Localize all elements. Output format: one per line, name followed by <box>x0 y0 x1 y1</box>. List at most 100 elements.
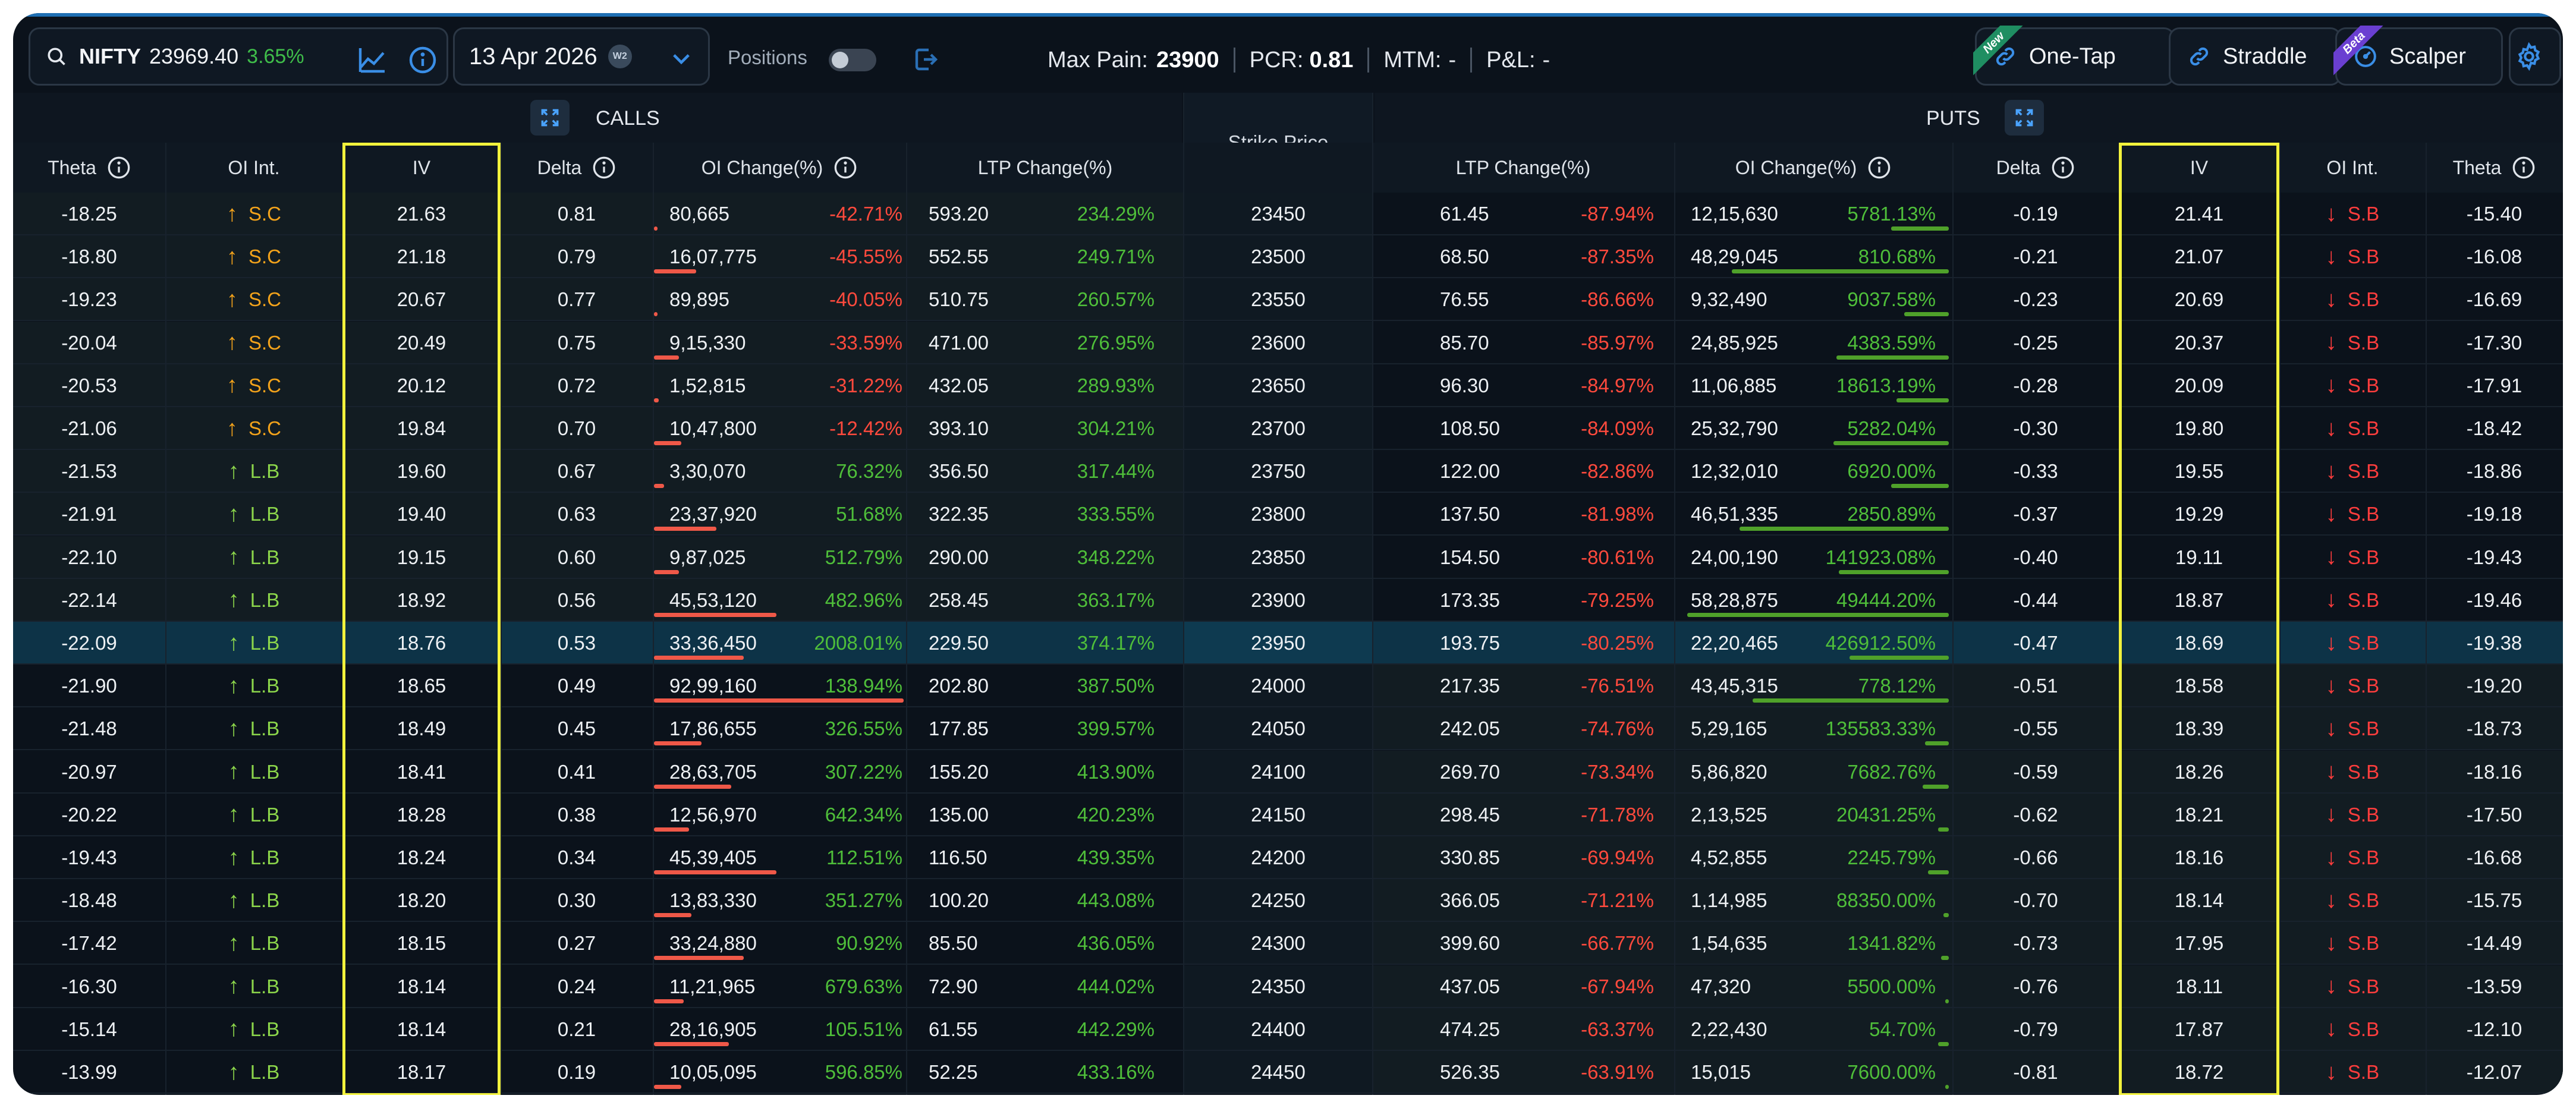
call-iv: 18.14 <box>397 975 446 997</box>
calls-expand-button[interactable] <box>530 100 570 136</box>
arrow-down-icon: ↓ <box>2325 1016 2337 1042</box>
table-row[interactable]: -22.14 ↑ L.B 18.92 0.56 45,53,120 482.96% 258.4… <box>13 578 2563 622</box>
col-put-theta[interactable]: Theta <box>2426 143 2563 193</box>
call-delta: 0.56 <box>557 588 596 611</box>
call-delta: 0.70 <box>557 417 596 439</box>
oi-int-label: L.B <box>250 675 280 697</box>
call-oi-interpretation: ↑ S.C <box>165 407 342 450</box>
expiry-selector[interactable]: 13 Apr 2026 W2 <box>453 27 710 86</box>
straddle-button[interactable]: Straddle <box>2169 27 2341 86</box>
column-headers: Theta OI Int. IV Delta OI Change(%) LTP … <box>13 143 2563 193</box>
arrow-down-icon: ↓ <box>2325 416 2337 441</box>
put-theta: -19.18 <box>2466 503 2522 525</box>
table-row[interactable]: -19.43 ↑ L.B 18.24 0.34 45,39,405 112.51% 116.5… <box>13 836 2563 879</box>
one-tap-button[interactable]: New One-Tap <box>1973 26 2175 86</box>
put-oi-change: 1341.82% <box>1847 932 1936 955</box>
table-row[interactable]: -15.14 ↑ L.B 18.14 0.21 28,16,905 105.51% 61.55… <box>13 1008 2563 1051</box>
oi-int-label: S.B <box>2347 460 2380 483</box>
table-row[interactable]: -22.09 ↑ L.B 18.76 0.53 33,36,450 2008.01% 229.… <box>13 622 2563 665</box>
put-iv: 20.09 <box>2174 374 2224 396</box>
table-row[interactable]: -16.30 ↑ L.B 18.14 0.24 11,21,965 679.63% 72.90… <box>13 965 2563 1008</box>
col-put-ltp-change[interactable]: LTP Change(%) <box>1372 143 1674 193</box>
call-delta: 0.34 <box>557 846 596 868</box>
put-oi-interpretation: ↓ S.B <box>2279 794 2426 836</box>
table-row[interactable]: -20.97 ↑ L.B 18.41 0.41 28,63,705 307.22% 155.2… <box>13 750 2563 794</box>
put-oi-bar <box>1849 656 1949 660</box>
call-oi-interpretation: ↑ L.B <box>165 665 342 707</box>
table-row[interactable]: -13.99 ↑ L.B 18.17 0.19 10,05,095 596.85% 52.25… <box>13 1051 2563 1094</box>
arrow-up-icon: ↑ <box>228 544 240 570</box>
call-ltp-change: 348.22% <box>1077 546 1155 568</box>
call-iv: 21.63 <box>397 203 446 225</box>
col-call-ltp-change[interactable]: LTP Change(%) <box>906 143 1184 193</box>
strike-price: 23500 <box>1251 245 1306 268</box>
put-oi-interpretation: ↓ S.B <box>2279 1008 2426 1051</box>
table-row[interactable]: -20.22 ↑ L.B 18.28 0.38 12,56,970 642.34% 135.0… <box>13 793 2563 836</box>
oi-int-label: S.C <box>248 331 281 354</box>
symbol-selector[interactable]: NIFTY 23969.40 3.65% <box>29 27 448 86</box>
strike-price: 23800 <box>1251 503 1306 525</box>
table-row[interactable]: -21.91 ↑ L.B 19.40 0.63 23,37,920 51.68% 322.35… <box>13 493 2563 536</box>
table-row[interactable]: -17.42 ↑ L.B 18.15 0.27 33,24,880 90.92% 85.50 4… <box>13 922 2563 965</box>
put-iv: 19.29 <box>2174 503 2224 525</box>
strike-price: 23850 <box>1251 546 1306 568</box>
arrow-up-icon: ↑ <box>226 287 238 312</box>
mtm-label: MTM: <box>1383 47 1442 73</box>
call-ltp: 510.75 <box>929 288 989 311</box>
info-icon[interactable] <box>833 156 857 180</box>
table-row[interactable]: -18.25 ↑ S.C 21.63 0.81 80,665 -42.71% 593.20 23… <box>13 193 2563 235</box>
info-icon[interactable] <box>408 46 437 74</box>
exit-icon[interactable] <box>912 45 941 74</box>
put-oi-bar <box>1891 484 1949 489</box>
table-row[interactable]: -20.53 ↑ S.C 20.12 0.72 1,52,815 -31.22% 432.05… <box>13 364 2563 407</box>
scalper-button[interactable]: Beta Scalper <box>2333 26 2503 86</box>
call-iv: 20.67 <box>397 288 446 311</box>
call-ltp: 471.00 <box>929 331 989 354</box>
call-ltp-change: 363.17% <box>1077 588 1155 611</box>
oi-int-label: L.B <box>250 632 280 654</box>
table-row[interactable]: -18.48 ↑ L.B 18.20 0.30 13,83,330 351.27% 100.2… <box>13 879 2563 923</box>
call-oi-interpretation: ↑ S.C <box>165 193 342 235</box>
col-call-oi-change[interactable]: OI Change(%) <box>653 143 906 193</box>
call-oi-change: 482.96% <box>825 588 902 611</box>
col-call-theta[interactable]: Theta <box>13 143 165 193</box>
call-ltp-change: 260.57% <box>1077 288 1155 311</box>
put-theta: -16.08 <box>2466 245 2522 268</box>
col-call-delta[interactable]: Delta <box>501 143 653 193</box>
settings-button[interactable] <box>2509 27 2561 86</box>
put-oi: 25,32,790 <box>1691 417 1778 439</box>
call-theta: -21.06 <box>61 417 117 439</box>
col-put-delta[interactable]: Delta <box>1952 143 2119 193</box>
positions-toggle[interactable] <box>829 49 876 71</box>
call-oi-change: -40.05% <box>829 288 902 311</box>
info-icon[interactable] <box>2512 156 2536 180</box>
table-row[interactable]: -19.23 ↑ S.C 20.67 0.77 89,895 -40.05% 510.75 26… <box>13 278 2563 322</box>
info-icon[interactable] <box>2051 156 2075 180</box>
table-row[interactable]: -21.90 ↑ L.B 18.65 0.49 92,99,160 138.94% 202.8… <box>13 665 2563 708</box>
col-call-iv[interactable]: IV <box>342 143 501 193</box>
table-row[interactable]: -21.53 ↑ L.B 19.60 0.67 3,30,070 76.32% 356.50 3… <box>13 450 2563 493</box>
table-row[interactable]: -20.04 ↑ S.C 20.49 0.75 9,15,330 -33.59% 471.00… <box>13 321 2563 364</box>
table-row[interactable]: -21.48 ↑ L.B 18.49 0.45 17,86,655 326.55% 177.8… <box>13 707 2563 751</box>
put-ltp: 68.50 <box>1440 245 1489 268</box>
col-put-oi-change[interactable]: OI Change(%) <box>1674 143 1952 193</box>
info-icon[interactable] <box>1867 156 1891 180</box>
col-put-iv[interactable]: IV <box>2119 143 2279 193</box>
arrow-down-icon: ↓ <box>2325 673 2337 698</box>
put-delta: -0.76 <box>2013 975 2058 997</box>
put-theta: -19.20 <box>2466 675 2522 697</box>
call-oi: 10,05,095 <box>669 1061 757 1083</box>
info-icon[interactable] <box>107 156 131 180</box>
puts-expand-button[interactable] <box>2005 100 2044 136</box>
call-oi-bar <box>654 527 716 531</box>
table-row[interactable]: -21.06 ↑ S.C 19.84 0.70 10,47,800 -12.42% 393.1… <box>13 407 2563 450</box>
col-put-oi-int[interactable]: OI Int. <box>2279 143 2426 193</box>
chart-icon[interactable] <box>358 47 387 73</box>
table-row[interactable]: -22.10 ↑ L.B 19.15 0.60 9,87,025 512.79% 290.00… <box>13 536 2563 579</box>
col-call-oi-int[interactable]: OI Int. <box>165 143 342 193</box>
info-icon[interactable] <box>592 156 616 180</box>
call-oi-interpretation: ↑ L.B <box>165 536 342 579</box>
call-iv: 18.65 <box>397 675 446 697</box>
table-row[interactable]: -18.80 ↑ S.C 21.18 0.79 16,07,775 -45.55% 552.5… <box>13 235 2563 279</box>
put-delta: -0.23 <box>2013 288 2058 311</box>
